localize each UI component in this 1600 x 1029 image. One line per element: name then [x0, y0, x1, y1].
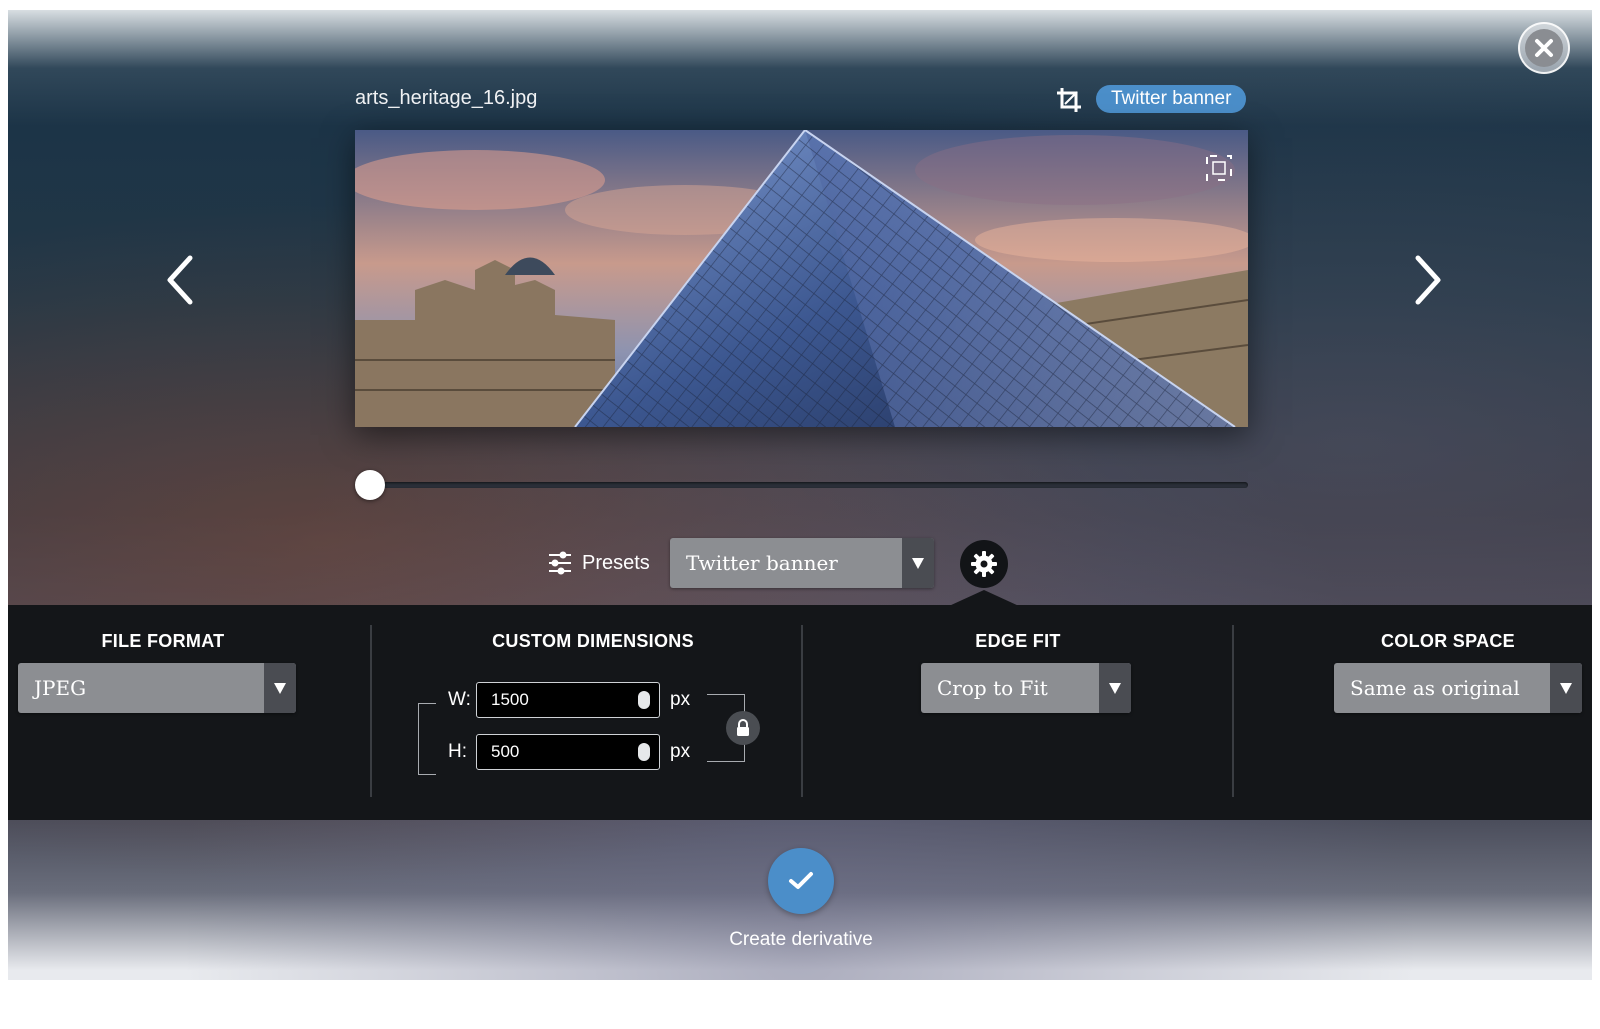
slider-track[interactable] — [355, 482, 1248, 488]
section-divider — [1232, 625, 1234, 797]
height-stepper[interactable] — [638, 743, 650, 761]
chevron-down-icon — [264, 663, 296, 713]
sliders-icon — [549, 551, 571, 575]
height-label: H: — [448, 741, 467, 762]
section-divider — [801, 625, 803, 797]
height-value: 500 — [491, 742, 520, 761]
lock-icon — [737, 719, 749, 736]
preset-select-value: Twitter banner — [686, 551, 838, 575]
gear-icon — [971, 551, 997, 577]
dimension-link-bracket — [418, 703, 436, 775]
image-preview[interactable] — [355, 130, 1248, 427]
file-format-value: JPEG — [34, 676, 87, 700]
checkmark-icon — [789, 872, 813, 889]
file-name: arts_heritage_16.jpg — [355, 87, 538, 109]
chevron-left-icon[interactable] — [160, 250, 200, 310]
lock-bracket-bottom — [707, 742, 745, 762]
chevron-right-icon[interactable] — [1408, 250, 1448, 310]
chevron-down-icon — [1099, 663, 1131, 713]
settings-pointer — [949, 590, 1019, 606]
preview-image — [355, 130, 1248, 427]
slider-thumb[interactable] — [355, 470, 385, 500]
edge-fit-value: Crop to Fit — [937, 676, 1048, 700]
edge-fit-select[interactable]: Crop to Fit — [921, 663, 1131, 713]
zoom-slider[interactable] — [355, 470, 1248, 500]
width-input[interactable]: 1500 — [476, 682, 660, 718]
color-space-value: Same as original — [1350, 676, 1520, 700]
close-circle-icon — [1535, 39, 1553, 57]
presets-label: Presets — [582, 551, 650, 574]
preset-badge: Twitter banner — [1096, 85, 1247, 113]
file-format-title: FILE FORMAT — [101, 631, 225, 651]
chevron-down-icon — [1550, 663, 1582, 713]
section-divider — [370, 625, 372, 797]
aspect-lock-button[interactable] — [726, 711, 760, 745]
presets-button[interactable]: Presets — [547, 548, 650, 578]
create-derivative-button[interactable] — [768, 848, 834, 914]
settings-button[interactable] — [960, 540, 1008, 588]
color-space-title: COLOR SPACE — [1381, 631, 1515, 651]
close-button[interactable] — [1518, 22, 1570, 74]
width-unit: px — [670, 689, 691, 710]
height-input[interactable]: 500 — [476, 734, 660, 770]
height-unit: px — [670, 741, 691, 762]
chevron-down-icon — [902, 538, 934, 588]
width-label: W: — [448, 689, 471, 710]
create-derivative-label[interactable]: Create derivative — [700, 929, 902, 951]
width-value: 1500 — [491, 690, 529, 709]
width-stepper[interactable] — [638, 691, 650, 709]
crop-icon[interactable] — [1055, 86, 1083, 114]
file-format-select[interactable]: JPEG — [18, 663, 296, 713]
color-space-select[interactable]: Same as original — [1334, 663, 1582, 713]
settings-panel: FILE FORMAT JPEG CUSTOM DIMENSIONS W: 15… — [8, 605, 1592, 820]
edge-fit-title: EDGE FIT — [975, 631, 1061, 651]
custom-dimensions-title: CUSTOM DIMENSIONS — [492, 631, 694, 651]
preset-select[interactable]: Twitter banner — [670, 538, 934, 588]
